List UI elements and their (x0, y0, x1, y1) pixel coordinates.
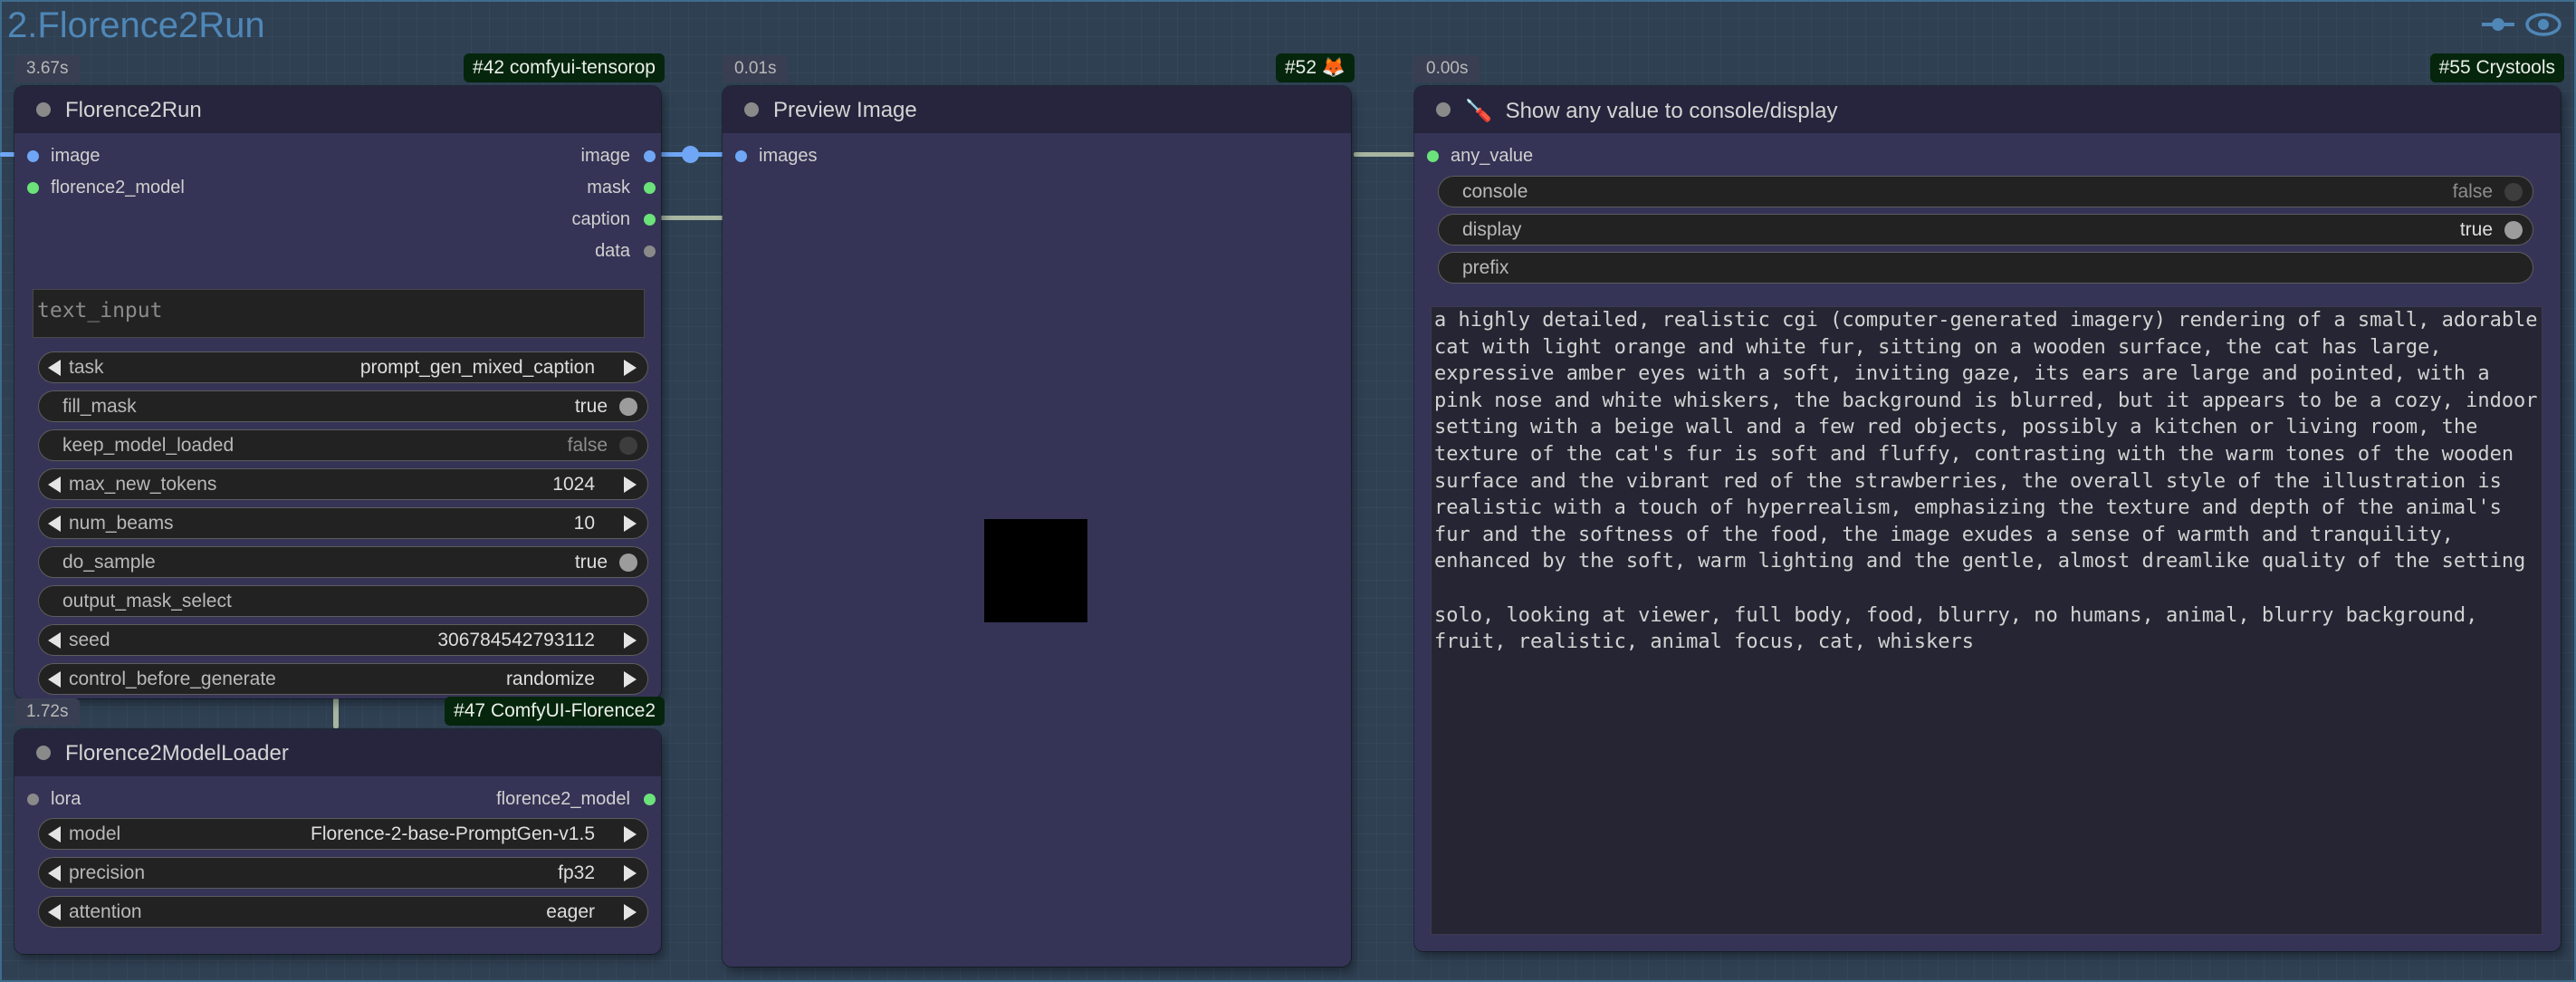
increment-arrow-icon[interactable] (624, 515, 637, 532)
node-header[interactable]: Florence2ModelLoader (14, 729, 661, 776)
max-new-tokens-number[interactable]: max_new_tokens 1024 (38, 468, 648, 500)
increment-arrow-icon[interactable] (624, 360, 637, 376)
node-header[interactable]: Preview Image (723, 86, 1351, 133)
preview-image-thumbnail[interactable] (984, 519, 1087, 622)
input-slot-florence2-model[interactable]: florence2_model (22, 177, 185, 198)
node-badge: #52 🦊 (1275, 53, 1355, 82)
execution-timer: 0.00s (1414, 55, 1480, 82)
text-input-field[interactable]: text_input (33, 289, 645, 338)
decrement-arrow-icon[interactable] (48, 477, 61, 493)
collapse-toggle[interactable] (36, 746, 51, 760)
output-slot-caption[interactable]: caption (572, 208, 656, 230)
control-before-generate-combo[interactable]: control_before_generate randomize (38, 663, 648, 695)
decrement-arrow-icon[interactable] (48, 515, 61, 532)
collapse-toggle[interactable] (1436, 102, 1451, 117)
output-text-display[interactable]: a highly detailed, realistic cgi (comput… (1431, 306, 2542, 935)
group-toolbar (2480, 13, 2562, 41)
increment-arrow-icon[interactable] (624, 904, 637, 920)
task-combo[interactable]: task prompt_gen_mixed_caption (38, 351, 648, 383)
keep-model-loaded-toggle[interactable]: keep_model_loaded false (38, 429, 648, 461)
florence2-model-loader-node[interactable]: 1.72s #47 ComfyUI-Florence2 Florence2Mod… (14, 697, 665, 954)
seed-number[interactable]: seed 306784542793112 (38, 624, 648, 656)
node-graph-canvas[interactable]: 2.Florence2Run 3.67s #42 comfyui-tensoro… (0, 0, 2576, 982)
display-toggle[interactable]: display true (1438, 214, 2533, 246)
node-badge: #47 ComfyUI-Florence2 (445, 697, 665, 726)
node-header[interactable]: Florence2Run (14, 86, 661, 133)
decrement-arrow-icon[interactable] (48, 904, 61, 920)
florence2run-node[interactable]: 3.67s #42 comfyui-tensorop Florence2Run … (14, 53, 665, 698)
node-header[interactable]: 🪛 Show any value to console/display (1414, 86, 2561, 133)
decrement-arrow-icon[interactable] (48, 360, 61, 376)
collapse-toggle[interactable] (36, 102, 51, 117)
node-badge: #55 Crystools (2429, 53, 2564, 82)
node-title: Florence2Run (65, 98, 202, 122)
increment-arrow-icon[interactable] (624, 477, 637, 493)
group-title[interactable]: 2.Florence2Run (7, 5, 265, 46)
toggle-knob-icon (619, 437, 637, 455)
wire-model-link (333, 698, 339, 728)
prefix-field[interactable]: prefix (1438, 252, 2533, 284)
output-slot-mask[interactable]: mask (587, 177, 656, 198)
output-slot-image[interactable]: image (581, 145, 656, 167)
input-slot-lora[interactable]: lora (22, 788, 81, 810)
num-beams-number[interactable]: num_beams 10 (38, 507, 648, 539)
console-toggle[interactable]: console false (1438, 176, 2533, 207)
input-slot-image[interactable]: image (22, 145, 100, 167)
node-title: Florence2ModelLoader (65, 741, 289, 765)
eye-icon[interactable] (2525, 13, 2562, 41)
increment-arrow-icon[interactable] (624, 671, 637, 688)
input-slot-images[interactable]: images (730, 145, 817, 167)
toggle-knob-icon (619, 398, 637, 416)
do-sample-toggle[interactable]: do_sample true (38, 546, 648, 578)
execution-timer: 1.72s (14, 698, 81, 726)
increment-arrow-icon[interactable] (624, 632, 637, 649)
text-input-placeholder: text_input (37, 299, 163, 323)
preview-image-node[interactable]: 0.01s #52 🦊 Preview Image images (723, 53, 1355, 967)
execution-timer: 3.67s (14, 55, 81, 82)
increment-arrow-icon[interactable] (624, 865, 637, 881)
execution-timer: 0.01s (723, 55, 789, 82)
screwdriver-icon: 🪛 (1465, 99, 1492, 123)
wire-to-display (1354, 152, 1419, 157)
collapse-toggle[interactable] (744, 102, 759, 117)
attention-combo[interactable]: attention eager (38, 896, 648, 928)
output-slot-data[interactable]: data (595, 240, 656, 262)
toggle-knob-icon (619, 554, 637, 572)
fill-mask-toggle[interactable]: fill_mask true (38, 390, 648, 422)
show-any-value-node[interactable]: 0.00s #55 Crystools 🪛 Show any value to … (1414, 53, 2564, 951)
precision-combo[interactable]: precision fp32 (38, 857, 648, 889)
increment-arrow-icon[interactable] (624, 826, 637, 842)
model-combo[interactable]: model Florence-2-base-PromptGen-v1.5 (38, 818, 648, 850)
node-title: Preview Image (773, 98, 917, 122)
decrement-arrow-icon[interactable] (48, 671, 61, 688)
node-title: 🪛 Show any value to console/display (1465, 99, 1838, 123)
decrement-arrow-icon[interactable] (48, 632, 61, 649)
output-slot-florence2-model[interactable]: florence2_model (496, 788, 656, 810)
output-mask-select-field[interactable]: output_mask_select (38, 585, 648, 617)
link-icon[interactable] (2480, 13, 2516, 41)
toggle-knob-icon (2504, 221, 2523, 239)
reroute-dot[interactable] (682, 146, 699, 163)
toggle-knob-icon (2504, 183, 2523, 201)
node-badge: #42 comfyui-tensorop (464, 53, 665, 82)
input-slot-any-value[interactable]: any_value (1422, 145, 1533, 167)
output-text: a highly detailed, realistic cgi (comput… (1434, 309, 2538, 654)
decrement-arrow-icon[interactable] (48, 826, 61, 842)
decrement-arrow-icon[interactable] (48, 865, 61, 881)
